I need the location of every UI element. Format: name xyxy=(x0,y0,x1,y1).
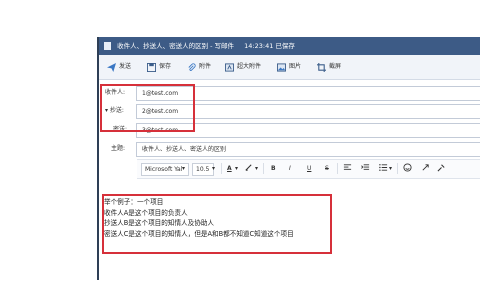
highlight-chevron-icon[interactable]: ▾ xyxy=(255,163,258,174)
font-size-select[interactable]: 10.5 xyxy=(192,163,214,176)
title-bar: 收件人、抄送人、密送人的区别 - 写邮件 14:23:41 已保存 xyxy=(99,37,480,55)
more-button[interactable] xyxy=(437,163,446,174)
send-icon xyxy=(107,62,116,72)
strikethrough-button[interactable]: S xyxy=(325,163,329,174)
list-icon xyxy=(379,164,388,171)
save-status: 14:23:41 已保存 xyxy=(244,42,295,50)
window-title: 收件人、抄送人、密送人的区别 - 写邮件 xyxy=(117,42,235,50)
subject-value[interactable]: 收件人、抄送人、密送人的区别 xyxy=(142,146,226,153)
align-left-icon xyxy=(343,164,352,170)
font-family-chevron-icon[interactable]: ▾ xyxy=(182,163,185,174)
document-icon xyxy=(104,42,111,50)
attach-button[interactable]: 附件 xyxy=(187,61,211,73)
indent-button[interactable] xyxy=(361,163,370,174)
emoji-button[interactable] xyxy=(403,163,412,174)
indent-icon xyxy=(361,164,370,170)
format-painter-icon xyxy=(437,164,445,172)
paperclip-icon xyxy=(188,62,196,71)
insert-button[interactable] xyxy=(421,163,430,174)
list-button[interactable] xyxy=(379,163,388,174)
bold-button[interactable]: B xyxy=(271,163,276,174)
save-icon xyxy=(147,62,156,72)
subject-row: 主题: 收件人、抄送人、密送人的区别 xyxy=(99,141,480,157)
underline-button[interactable]: U xyxy=(307,163,311,174)
body-highlight-box xyxy=(102,194,332,254)
insert-icon xyxy=(422,164,429,171)
save-button[interactable]: 保存 xyxy=(147,61,171,73)
toolbar: 发送 保存 附件 超大附件 图片 截屏 xyxy=(99,55,480,80)
font-size-chevron-icon[interactable]: ▾ xyxy=(212,163,215,174)
send-button[interactable]: 发送 xyxy=(107,61,131,73)
image-icon xyxy=(277,62,286,72)
list-chevron-icon[interactable]: ▾ xyxy=(389,163,392,174)
screenshot-button[interactable]: 截屏 xyxy=(317,61,341,73)
font-color-chevron-icon[interactable]: ▾ xyxy=(235,163,238,174)
font-color-button[interactable]: A xyxy=(227,163,232,174)
image-button[interactable]: 图片 xyxy=(277,61,301,73)
large-attachment-icon xyxy=(225,62,234,72)
highlight-button[interactable] xyxy=(244,163,253,174)
format-toolbar: Microsoft Yal ▾ 10.5 ▾ A ▾ ▾ B I U S ▾ xyxy=(137,159,480,179)
align-button[interactable] xyxy=(343,163,352,174)
italic-button[interactable]: I xyxy=(289,163,291,174)
subject-field[interactable]: 收件人、抄送人、密送人的区别 xyxy=(136,142,480,157)
subject-label: 主题: xyxy=(111,145,126,152)
screenshot-icon xyxy=(317,62,326,72)
large-attachment-button[interactable]: 超大附件 xyxy=(225,61,261,73)
highlight-icon xyxy=(245,164,252,171)
recipients-highlight-box xyxy=(100,84,195,132)
emoji-icon xyxy=(403,163,412,172)
